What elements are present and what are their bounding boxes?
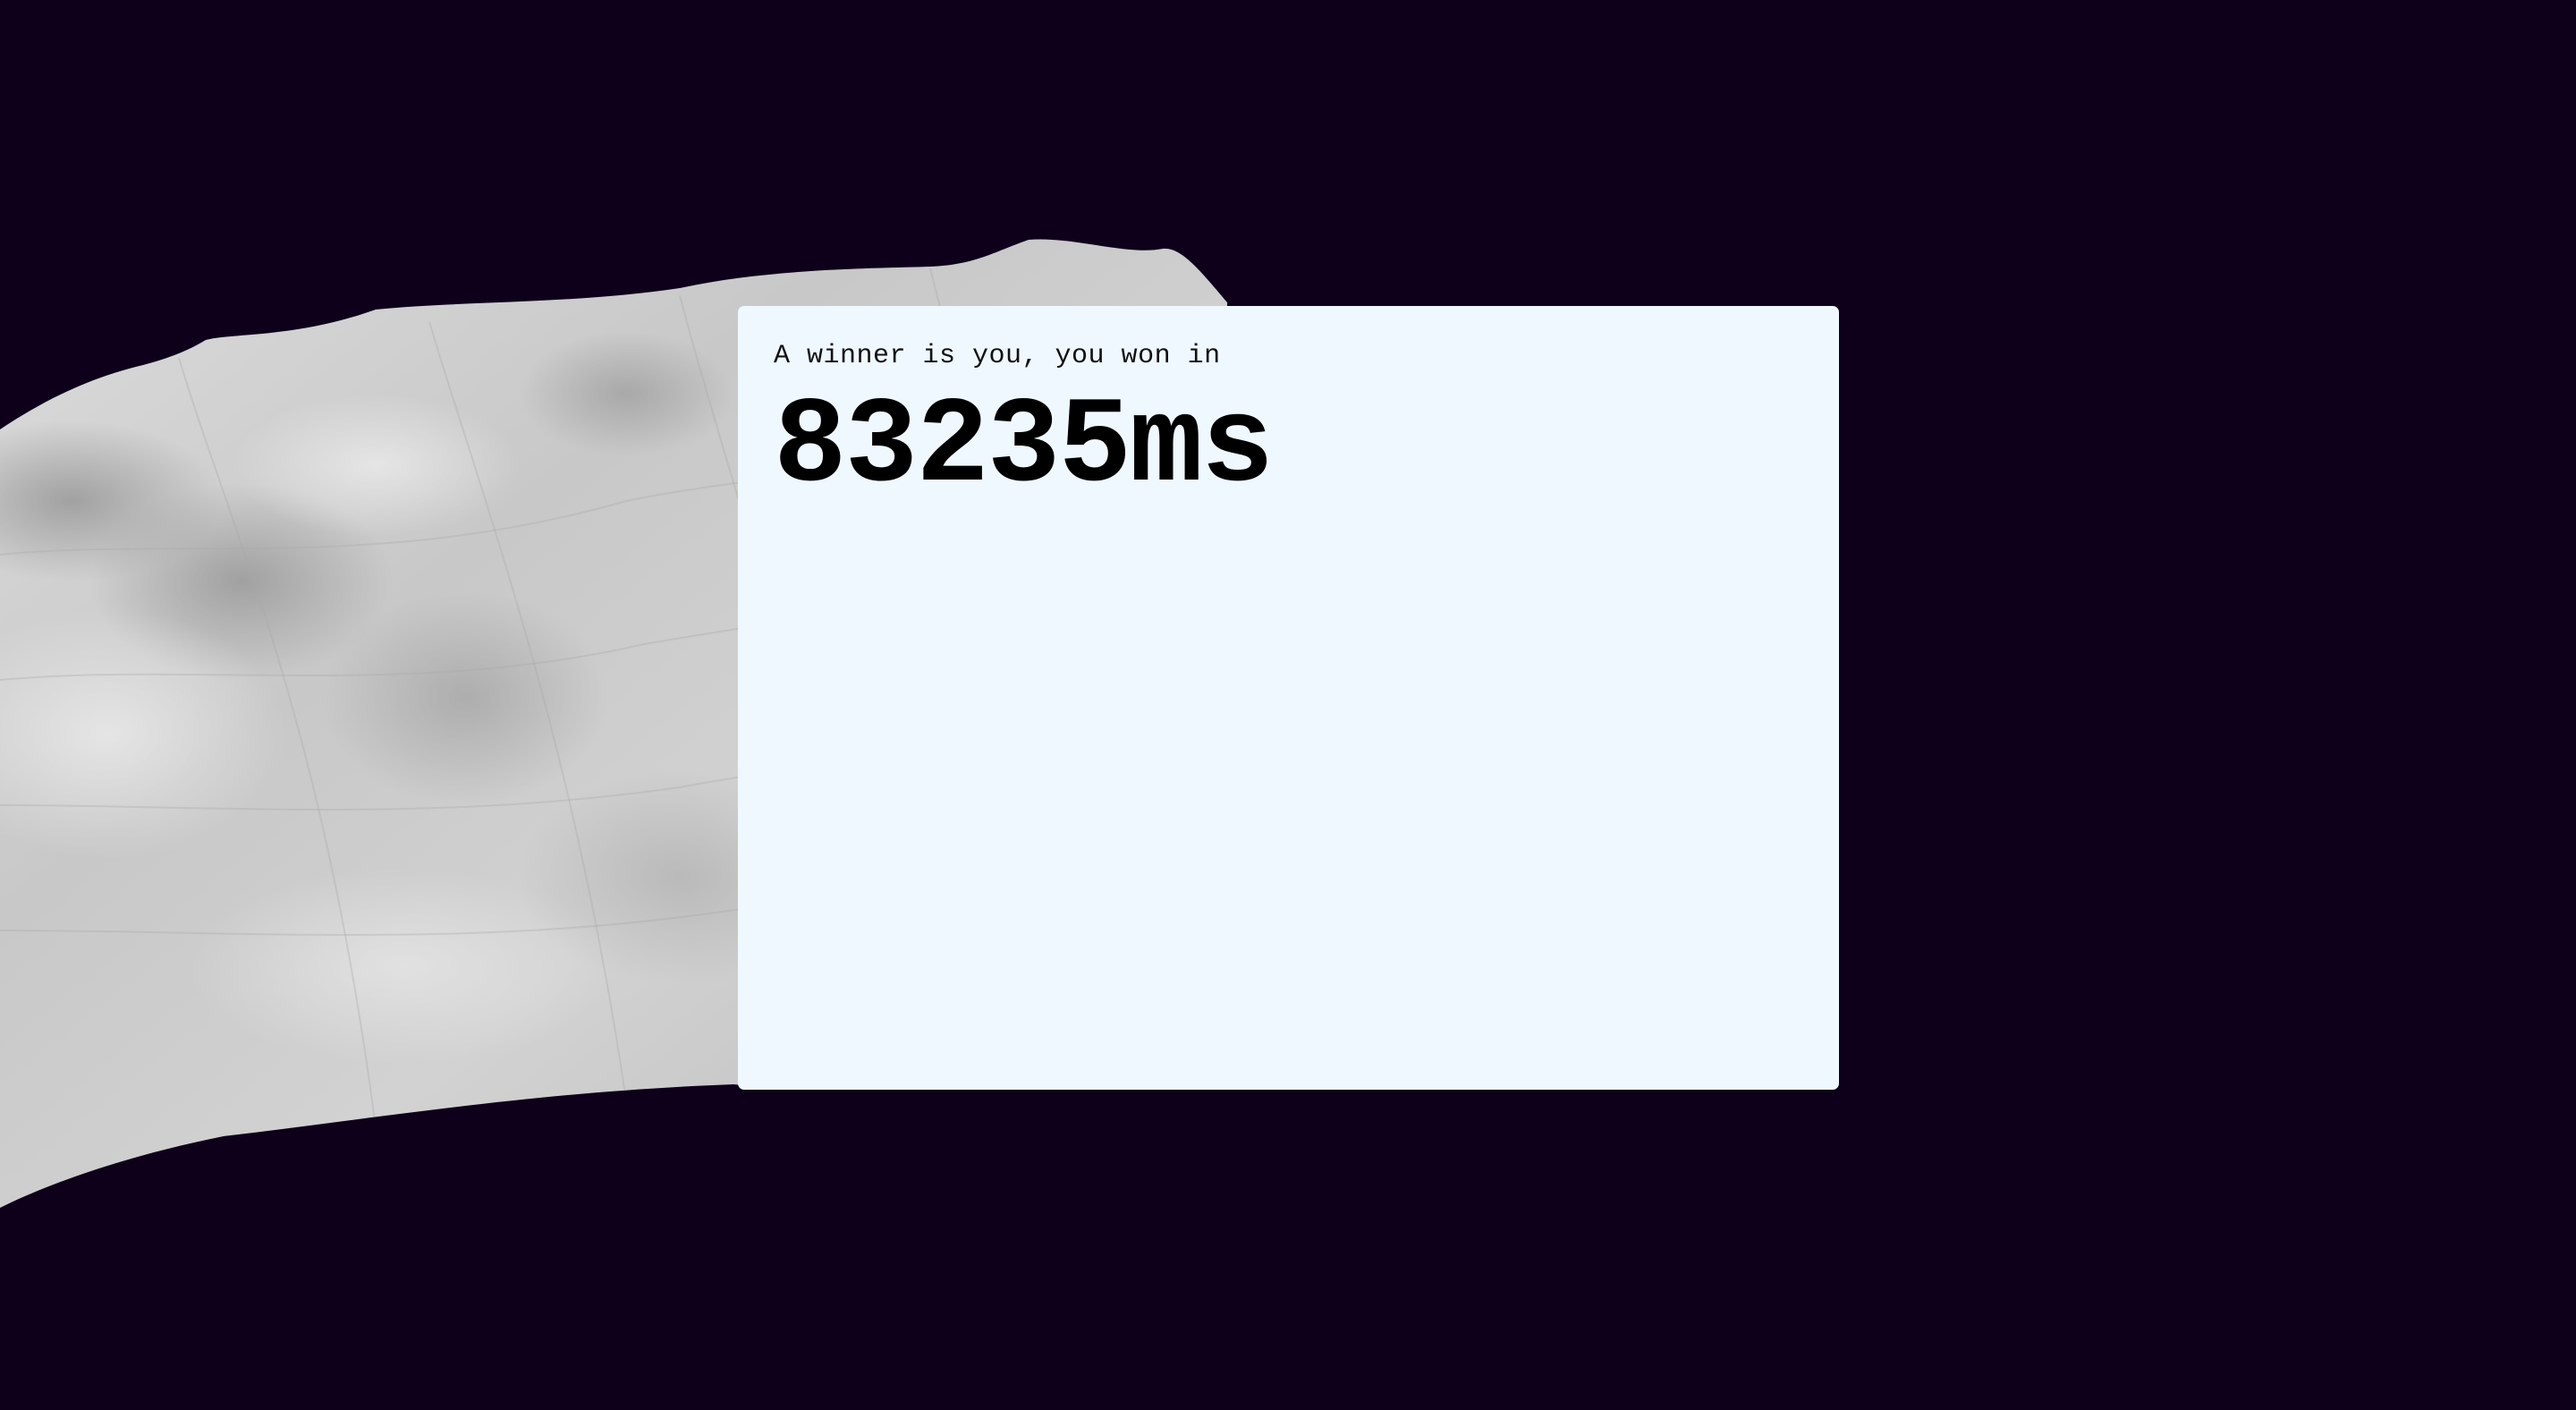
result-caption: A winner is you, you won in [774,341,1221,371]
result-dialog: A winner is you, you won in 83235ms [738,306,1839,1090]
result-time: 83235ms [774,378,1274,516]
